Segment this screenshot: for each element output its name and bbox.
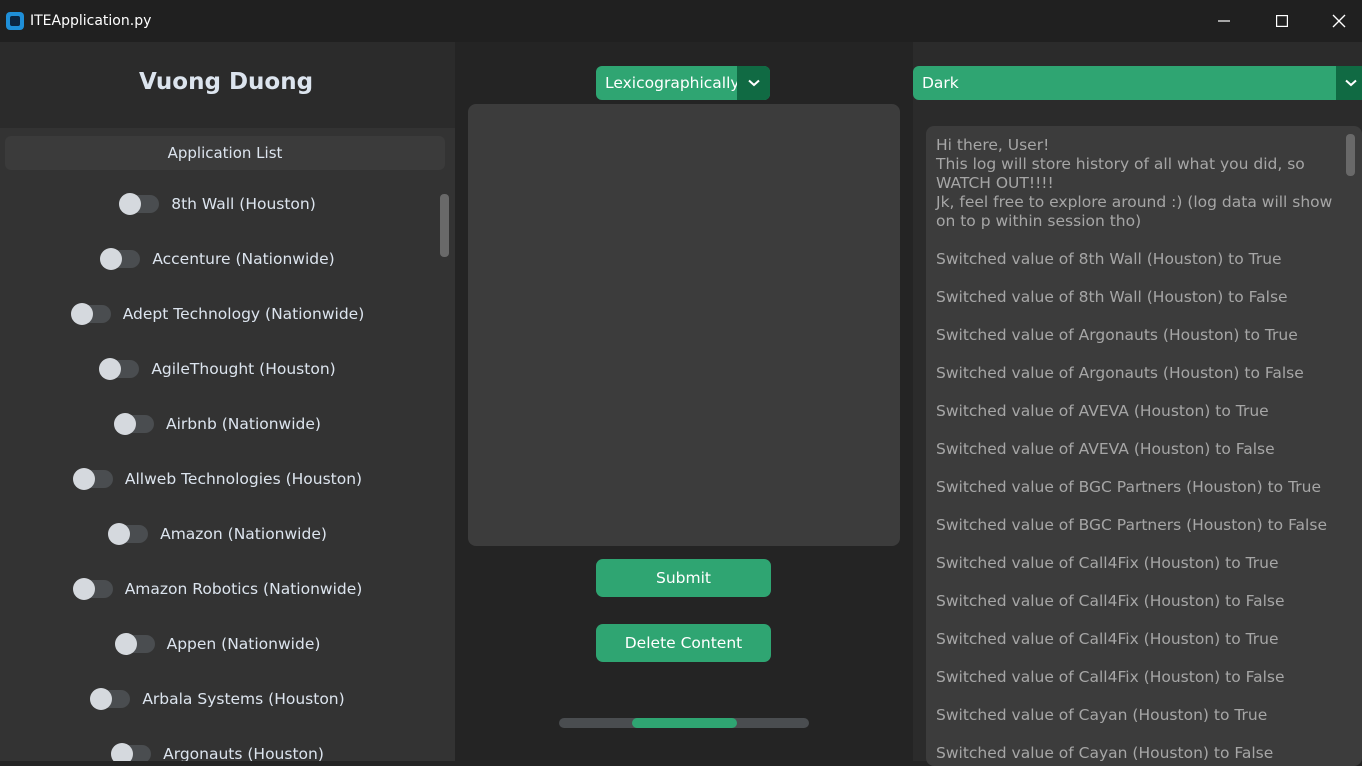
log-entry: Switched value of AVEVA (Houston) to Fal… (936, 440, 1275, 458)
list-item-label: Amazon Robotics (Nationwide) (124, 579, 363, 598)
progress-bar-fill (631, 718, 737, 728)
sort-dropdown[interactable]: Lexicographically (596, 66, 770, 100)
toggle-switch[interactable] (111, 742, 152, 761)
sort-dropdown-value: Lexicographically (605, 74, 740, 92)
maximize-icon (1276, 15, 1288, 27)
list-item: Arbala Systems (Houston) (0, 671, 435, 726)
toggle-switch[interactable] (70, 302, 111, 325)
title-bar: ITEApplication.py (0, 0, 1362, 42)
list-item-label: AgileThought (Houston) (151, 359, 336, 378)
log-entry: Switched value of Call4Fix (Houston) to … (936, 668, 1285, 686)
toggle-knob (114, 412, 137, 435)
toggle-switch[interactable] (119, 192, 160, 215)
list-item-label: Arbala Systems (Houston) (142, 689, 345, 708)
list-item-label: Adept Technology (Nationwide) (122, 304, 365, 323)
app-icon (6, 12, 24, 30)
close-icon (1332, 14, 1346, 28)
submit-button-label: Submit (656, 569, 711, 587)
minimize-icon (1218, 20, 1230, 22)
list-item: Argonauts (Houston) (0, 726, 435, 761)
log-entry: Switched value of Cayan (Houston) to Fal… (936, 744, 1274, 762)
minimize-button[interactable] (1201, 0, 1247, 42)
log-entry: Switched value of Call4Fix (Houston) to … (936, 554, 1279, 572)
log-entry: Switched value of Argonauts (Houston) to… (936, 326, 1298, 344)
log-intro: Hi there, User! This log will store histo… (936, 136, 1336, 231)
log-content: Hi there, User! This log will store histo… (936, 136, 1336, 763)
toggle-switch[interactable] (90, 687, 131, 710)
chevron-down-icon (1345, 79, 1357, 87)
list-item-label: Allweb Technologies (Houston) (124, 469, 363, 488)
toggle-switch[interactable] (72, 467, 113, 490)
toggle-knob (70, 302, 93, 325)
toggle-switch[interactable] (100, 247, 141, 270)
toggle-switch[interactable] (72, 577, 113, 600)
toggle-knob (108, 522, 131, 545)
toggle-knob (119, 192, 142, 215)
log-entries: Switched value of 8th Wall (Houston) to … (936, 250, 1336, 763)
profile-name: Vuong Duong (138, 69, 314, 95)
list-item-label: Appen (Nationwide) (166, 634, 321, 653)
list-item: Accenture (Nationwide) (0, 231, 435, 286)
chevron-down-icon (747, 79, 760, 87)
log-entry: Switched value of BGC Partners (Houston)… (936, 516, 1327, 534)
log-entry: Switched value of 8th Wall (Houston) to … (936, 288, 1288, 306)
toggle-switch[interactable] (114, 632, 155, 655)
list-item-label: Amazon (Nationwide) (160, 524, 327, 543)
toggle-knob (99, 357, 122, 380)
log-entry: Switched value of BGC Partners (Houston)… (936, 478, 1321, 496)
application-list[interactable]: 8th Wall (Houston) Accenture (Nationwide)… (0, 176, 435, 761)
toggle-switch[interactable] (108, 522, 149, 545)
application-list-scrollbar[interactable] (440, 194, 449, 257)
list-item: Amazon (Nationwide) (0, 506, 435, 561)
list-item: AgileThought (Houston) (0, 341, 435, 396)
log-intro-line: Jk, feel free to explore around :) (log … (936, 193, 1333, 230)
log-scrollbar[interactable] (1346, 134, 1355, 176)
toggle-knob (111, 742, 134, 761)
log-entry: Switched value of AVEVA (Houston) to Tru… (936, 402, 1269, 420)
list-item: Allweb Technologies (Houston) (0, 451, 435, 506)
sort-dropdown-arrow[interactable] (737, 66, 770, 100)
close-button[interactable] (1316, 0, 1362, 42)
window-title: ITEApplication.py (30, 13, 152, 29)
theme-dropdown-value: Dark (922, 74, 959, 92)
toggle-knob (72, 467, 95, 490)
content-textbox[interactable] (468, 104, 900, 546)
theme-dropdown-arrow[interactable] (1336, 66, 1362, 100)
log-intro-line: Hi there, User! (936, 136, 1050, 154)
list-item-label: Airbnb (Nationwide) (166, 414, 321, 433)
delete-content-button-label: Delete Content (624, 634, 743, 652)
toggle-knob (114, 632, 137, 655)
list-item: Amazon Robotics (Nationwide) (0, 561, 435, 616)
delete-content-button[interactable]: Delete Content (596, 624, 771, 662)
toggle-knob (100, 247, 123, 270)
list-item: Airbnb (Nationwide) (0, 396, 435, 451)
log-entry: Switched value of Argonauts (Houston) to… (936, 364, 1304, 382)
progress-bar (559, 718, 809, 728)
list-item: Appen (Nationwide) (0, 616, 435, 671)
list-item-label: 8th Wall (Houston) (171, 194, 316, 213)
log-textbox[interactable]: Hi there, User! This log will store histo… (926, 126, 1362, 766)
log-entry: Switched value of Call4Fix (Houston) to … (936, 630, 1279, 648)
log-entry: Switched value of 8th Wall (Houston) to … (936, 250, 1282, 268)
maximize-button[interactable] (1259, 0, 1305, 42)
log-entry: Switched value of Cayan (Houston) to Tru… (936, 706, 1268, 724)
list-item-label: Accenture (Nationwide) (152, 249, 335, 268)
application-list-frame: Application List 8th Wall (Houston) Accen… (0, 128, 455, 761)
list-item-label: Argonauts (Houston) (163, 744, 324, 762)
sidebar-panel: Vuong Duong Application List 8th Wall (H… (0, 42, 455, 761)
theme-dropdown[interactable]: Dark (913, 66, 1362, 100)
log-intro-line: This log will store history of all what … (936, 155, 1305, 192)
toggle-switch[interactable] (114, 412, 155, 435)
log-panel: Dark Hi there, User! This log will store … (913, 42, 1362, 766)
toggle-switch[interactable] (99, 357, 140, 380)
submit-button[interactable]: Submit (596, 559, 771, 597)
list-item: Adept Technology (Nationwide) (0, 286, 435, 341)
toggle-knob (90, 687, 113, 710)
toggle-knob (72, 577, 95, 600)
log-entry: Switched value of Call4Fix (Houston) to … (936, 592, 1285, 610)
list-item: 8th Wall (Houston) (0, 176, 435, 231)
application-list-header: Application List (5, 136, 445, 170)
